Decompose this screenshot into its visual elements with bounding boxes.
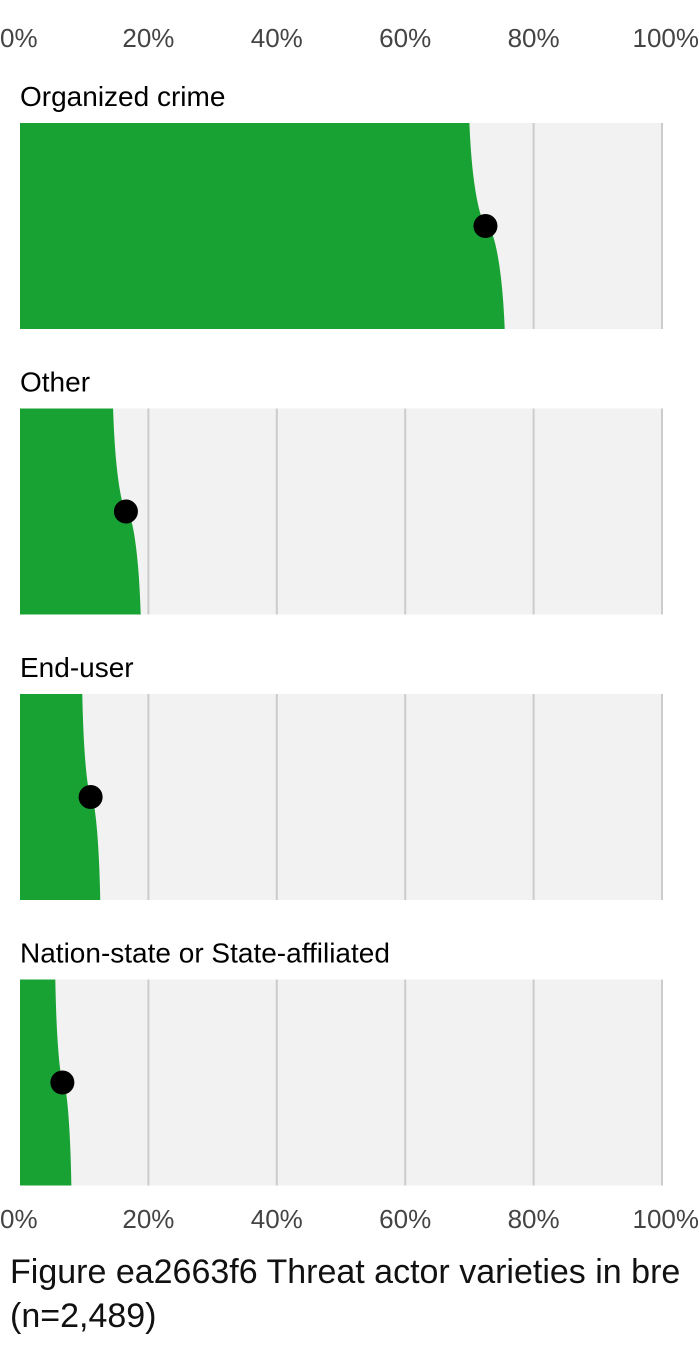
point-estimate — [473, 214, 498, 238]
panel-background — [20, 979, 662, 1186]
panel-organized-crime: Organized crime — [20, 81, 663, 329]
top-axis-tick-label: 0% — [0, 23, 38, 53]
panel-other: Other — [20, 367, 663, 615]
top-axis-tick-label: 100% — [633, 23, 699, 53]
chart-panels: Organized crime Other End-user Nation-state… — [20, 81, 663, 1186]
top-axis-tick-label: 40% — [251, 23, 303, 53]
bottom-axis-tick-label: 40% — [251, 1204, 303, 1234]
top-axis-ticks: 0% 20% 40% 60% 80% 100% — [0, 23, 699, 53]
panel-background — [20, 694, 662, 900]
panel-nation-state-or-state-affiliated: Nation-state or State-affiliated — [20, 938, 663, 1186]
point-estimate — [113, 499, 138, 524]
panel-label: Organized crime — [20, 81, 225, 112]
bottom-axis-tick-label: 80% — [508, 1204, 560, 1234]
bottom-axis-tick-label: 100% — [633, 1204, 699, 1234]
panel-end-user: End-user — [20, 652, 663, 900]
caption-title: Figure ea2663f6 Threat actor varieties i… — [10, 1253, 681, 1291]
panel-label: End-user — [20, 652, 134, 683]
bottom-axis-ticks: 0% 20% 40% 60% 80% 100% — [0, 1204, 699, 1234]
panel-label: Nation-state or State-affiliated — [20, 938, 390, 969]
bottom-axis-tick-label: 0% — [0, 1204, 38, 1234]
caption-sample-size: (n=2,489) — [10, 1297, 157, 1335]
panel-label: Other — [20, 367, 90, 398]
distribution-area — [20, 123, 505, 329]
bottom-axis-tick-label: 20% — [122, 1204, 174, 1234]
bottom-axis-tick-label: 60% — [379, 1204, 431, 1234]
top-axis-tick-label: 20% — [122, 23, 174, 53]
top-axis-tick-label: 60% — [379, 23, 431, 53]
point-estimate — [50, 1070, 75, 1095]
top-axis-tick-label: 80% — [508, 23, 560, 53]
threat-actor-chart: 0% 20% 40% 60% 80% 100% Organized crime Other E… — [0, 23, 699, 1234]
point-estimate — [78, 785, 103, 809]
figure-caption: Figure ea2663f6 Threat actor varieties i… — [10, 1250, 699, 1338]
